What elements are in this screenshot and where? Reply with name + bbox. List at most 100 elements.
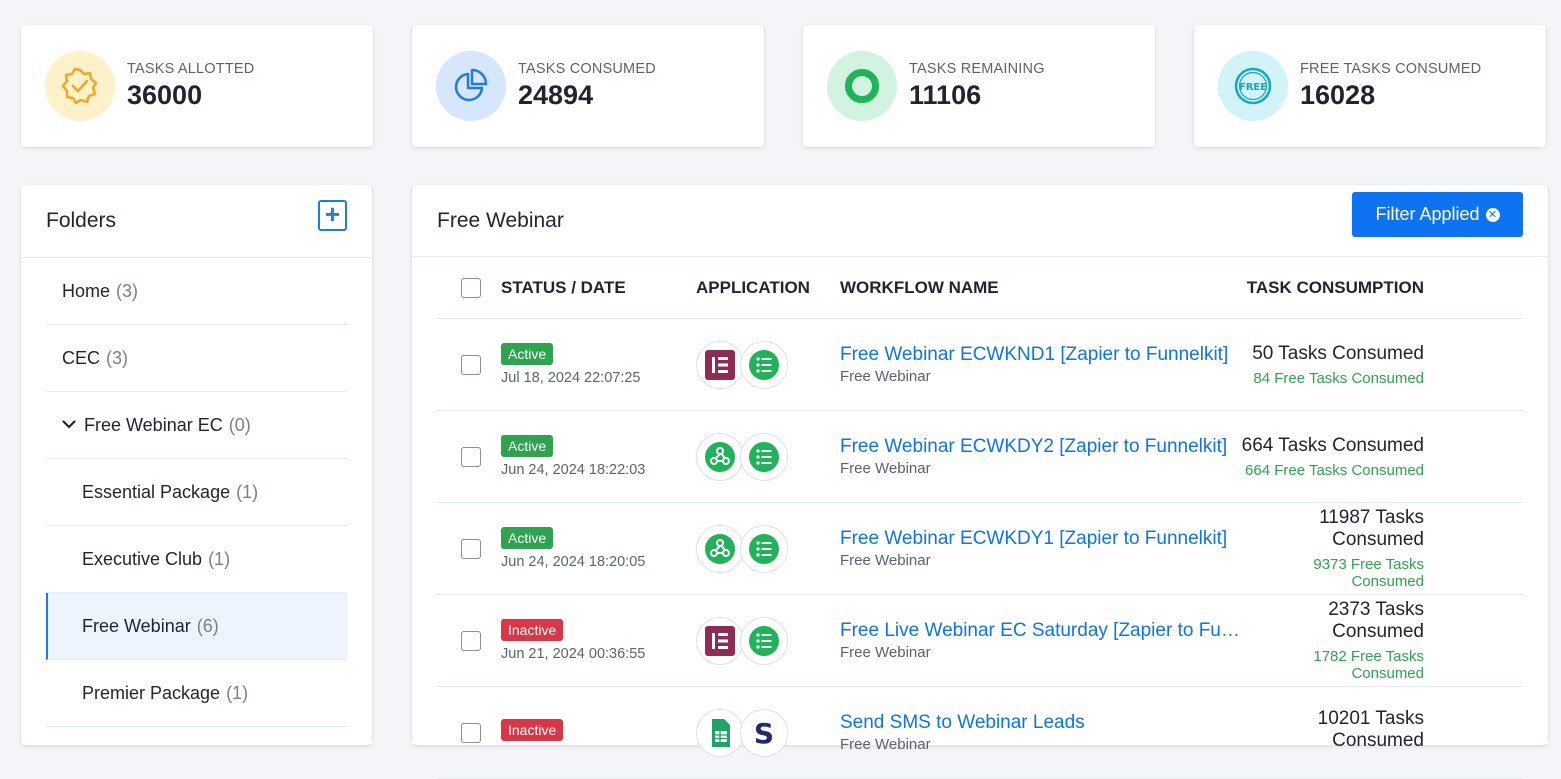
stat-card-tasks-allotted: TASKS ALLOTTED 36000: [21, 25, 373, 147]
workflow-name-link[interactable]: Free Live Webinar EC Saturday [Zapier to…: [840, 620, 1240, 642]
workflows-panel: Free Webinar Filter Applied ✕ STATUS / D…: [412, 185, 1548, 779]
row-date: Jun 24, 2024 18:22:03: [501, 462, 646, 478]
app-icons: S: [696, 708, 840, 757]
table-header: STATUS / DATE APPLICATION WORKFLOW NAME …: [437, 257, 1523, 319]
workflow-name-link[interactable]: Free Webinar ECWKND1 [Zapier to Funnelki…: [840, 344, 1240, 366]
folders-panel: Folders + Home (3) CEC (3) Free Webinar …: [21, 185, 372, 745]
app-icons: [696, 616, 840, 665]
donut-icon: [827, 51, 897, 121]
folder-name: Free Webinar EC: [84, 414, 223, 435]
badge-check-icon: [45, 51, 115, 121]
column-header-workflow-name[interactable]: WORKFLOW NAME: [840, 278, 1240, 298]
stat-label: FREE TASKS CONSUMED: [1300, 61, 1482, 77]
webhook-icon: [696, 432, 744, 481]
row-checkbox[interactable]: [461, 722, 481, 743]
stat-value: 24894: [518, 80, 594, 110]
stat-value: 11106: [909, 80, 982, 110]
table-row: Inactive Jun 21, 2024 00:36:55 Free Live…: [437, 595, 1523, 687]
column-header-application[interactable]: APPLICATION: [696, 278, 840, 298]
workflow-name-link[interactable]: Free Webinar ECWKDY1 [Zapier to Funnelki…: [840, 528, 1240, 550]
page-title: Free Webinar: [437, 208, 564, 232]
row-checkbox[interactable]: [461, 354, 481, 375]
row-checkbox[interactable]: [461, 630, 481, 651]
workflow-folder: Free Webinar: [840, 368, 931, 385]
row-checkbox[interactable]: [461, 446, 481, 467]
filter-label: Filter Applied: [1375, 204, 1480, 224]
filter-applied-button[interactable]: Filter Applied ✕: [1352, 192, 1523, 237]
status-badge: Active: [501, 435, 554, 457]
tasks-consumed: 664 Tasks Consumed: [1241, 434, 1424, 456]
free-tasks-consumed: 664 Free Tasks Consumed: [1245, 461, 1424, 479]
chevron-down-icon[interactable]: [62, 416, 76, 434]
folder-name: CEC: [62, 347, 101, 368]
stat-value: 36000: [127, 80, 203, 110]
column-header-task-consumption[interactable]: TASK CONSUMPTION: [1240, 278, 1474, 298]
folder-item-essential-package[interactable]: Essential Package (1): [46, 459, 347, 526]
folder-item-premier-package[interactable]: Premier Package (1): [46, 660, 347, 727]
list-icon: [740, 524, 788, 573]
tasks-consumed: 50 Tasks Consumed: [1252, 342, 1424, 364]
close-icon[interactable]: ✕: [1485, 207, 1500, 222]
sheets-icon: [696, 708, 744, 757]
workflow-name-link[interactable]: Free Webinar ECWKDY2 [Zapier to Funnelki…: [840, 436, 1240, 458]
free-tasks-consumed: 9373 Free Tasks Consumed: [1313, 556, 1424, 590]
stat-label: TASKS ALLOTTED: [127, 61, 255, 77]
free-tasks-consumed: 1782 Free Tasks Consumed: [1313, 648, 1424, 682]
folder-count: (1): [236, 481, 259, 502]
free-tasks-consumed: 84 Free Tasks Consumed: [1253, 369, 1424, 387]
folder-name: Home: [62, 280, 111, 301]
status-badge: Inactive: [501, 719, 564, 741]
row-date: Jun 24, 2024 18:20:05: [501, 554, 646, 570]
folder-count: (3): [106, 347, 129, 368]
status-badge: Active: [501, 527, 554, 549]
stat-value: 16028: [1300, 80, 1376, 110]
status-badge: Active: [501, 343, 554, 365]
column-header-status[interactable]: STATUS / DATE: [501, 278, 696, 298]
row-checkbox[interactable]: [461, 538, 481, 559]
elementor-icon: [696, 616, 744, 665]
table-row: Active Jun 24, 2024 18:22:03 Free Webina…: [437, 411, 1523, 503]
svg-text:FREE: FREE: [1239, 82, 1267, 93]
webhook-icon: [696, 524, 744, 573]
stat-label: TASKS REMAINING: [909, 61, 1045, 77]
folder-name: Executive Club: [82, 548, 203, 569]
workflow-folder: Free Webinar: [840, 736, 931, 753]
folder-count: (1): [226, 682, 249, 703]
folder-item-free-webinar-ec[interactable]: Free Webinar EC (0): [46, 392, 347, 459]
free-badge-icon: FREE: [1218, 51, 1288, 121]
workflow-folder: Free Webinar: [840, 552, 931, 569]
folder-item-executive-club[interactable]: Executive Club (1): [46, 526, 347, 593]
tasks-consumed: 11987 Tasks Consumed: [1319, 507, 1424, 550]
pie-chart-icon: [436, 51, 506, 121]
tasks-consumed: 2373 Tasks Consumed: [1328, 599, 1424, 642]
stat-card-tasks-consumed: TASKS CONSUMED 24894: [412, 25, 764, 147]
table-row: Inactive S Send SMS to Webinar Leads Fre…: [437, 687, 1523, 779]
select-all-checkbox[interactable]: [461, 277, 481, 298]
list-icon: [740, 340, 788, 389]
stat-label: TASKS CONSUMED: [518, 61, 656, 77]
folder-count: (1): [208, 548, 231, 569]
folder-item-cec[interactable]: CEC (3): [46, 325, 347, 392]
s-icon: S: [740, 708, 788, 757]
folder-name: Free Webinar: [82, 615, 191, 636]
workflow-folder: Free Webinar: [840, 644, 931, 661]
row-date: Jun 21, 2024 00:36:55: [501, 646, 646, 662]
list-icon: [740, 616, 788, 665]
status-badge: Inactive: [501, 619, 564, 641]
folders-header: Folders +: [21, 185, 372, 258]
folder-item-free-webinar[interactable]: Free Webinar (6): [46, 593, 347, 660]
add-folder-button[interactable]: +: [318, 199, 347, 231]
workflow-name-link[interactable]: Send SMS to Webinar Leads: [840, 712, 1240, 734]
folder-name: Essential Package: [82, 481, 231, 502]
workflows-table: STATUS / DATE APPLICATION WORKFLOW NAME …: [437, 257, 1523, 779]
folders-title: Folders: [46, 209, 117, 232]
svg-text:S: S: [754, 717, 774, 750]
app-icons: [696, 524, 840, 573]
stat-card-free-tasks-consumed: FREE FREE TASKS CONSUMED 16028: [1194, 25, 1546, 147]
app-icons: [696, 340, 840, 389]
folder-count: (0): [228, 414, 251, 435]
table-row: Active Jun 24, 2024 18:20:05 Free Webina…: [437, 503, 1523, 595]
stat-card-tasks-remaining: TASKS REMAINING 11106: [803, 25, 1155, 147]
folder-name: Premier Package: [82, 682, 221, 703]
folder-item-home[interactable]: Home (3): [46, 258, 347, 325]
